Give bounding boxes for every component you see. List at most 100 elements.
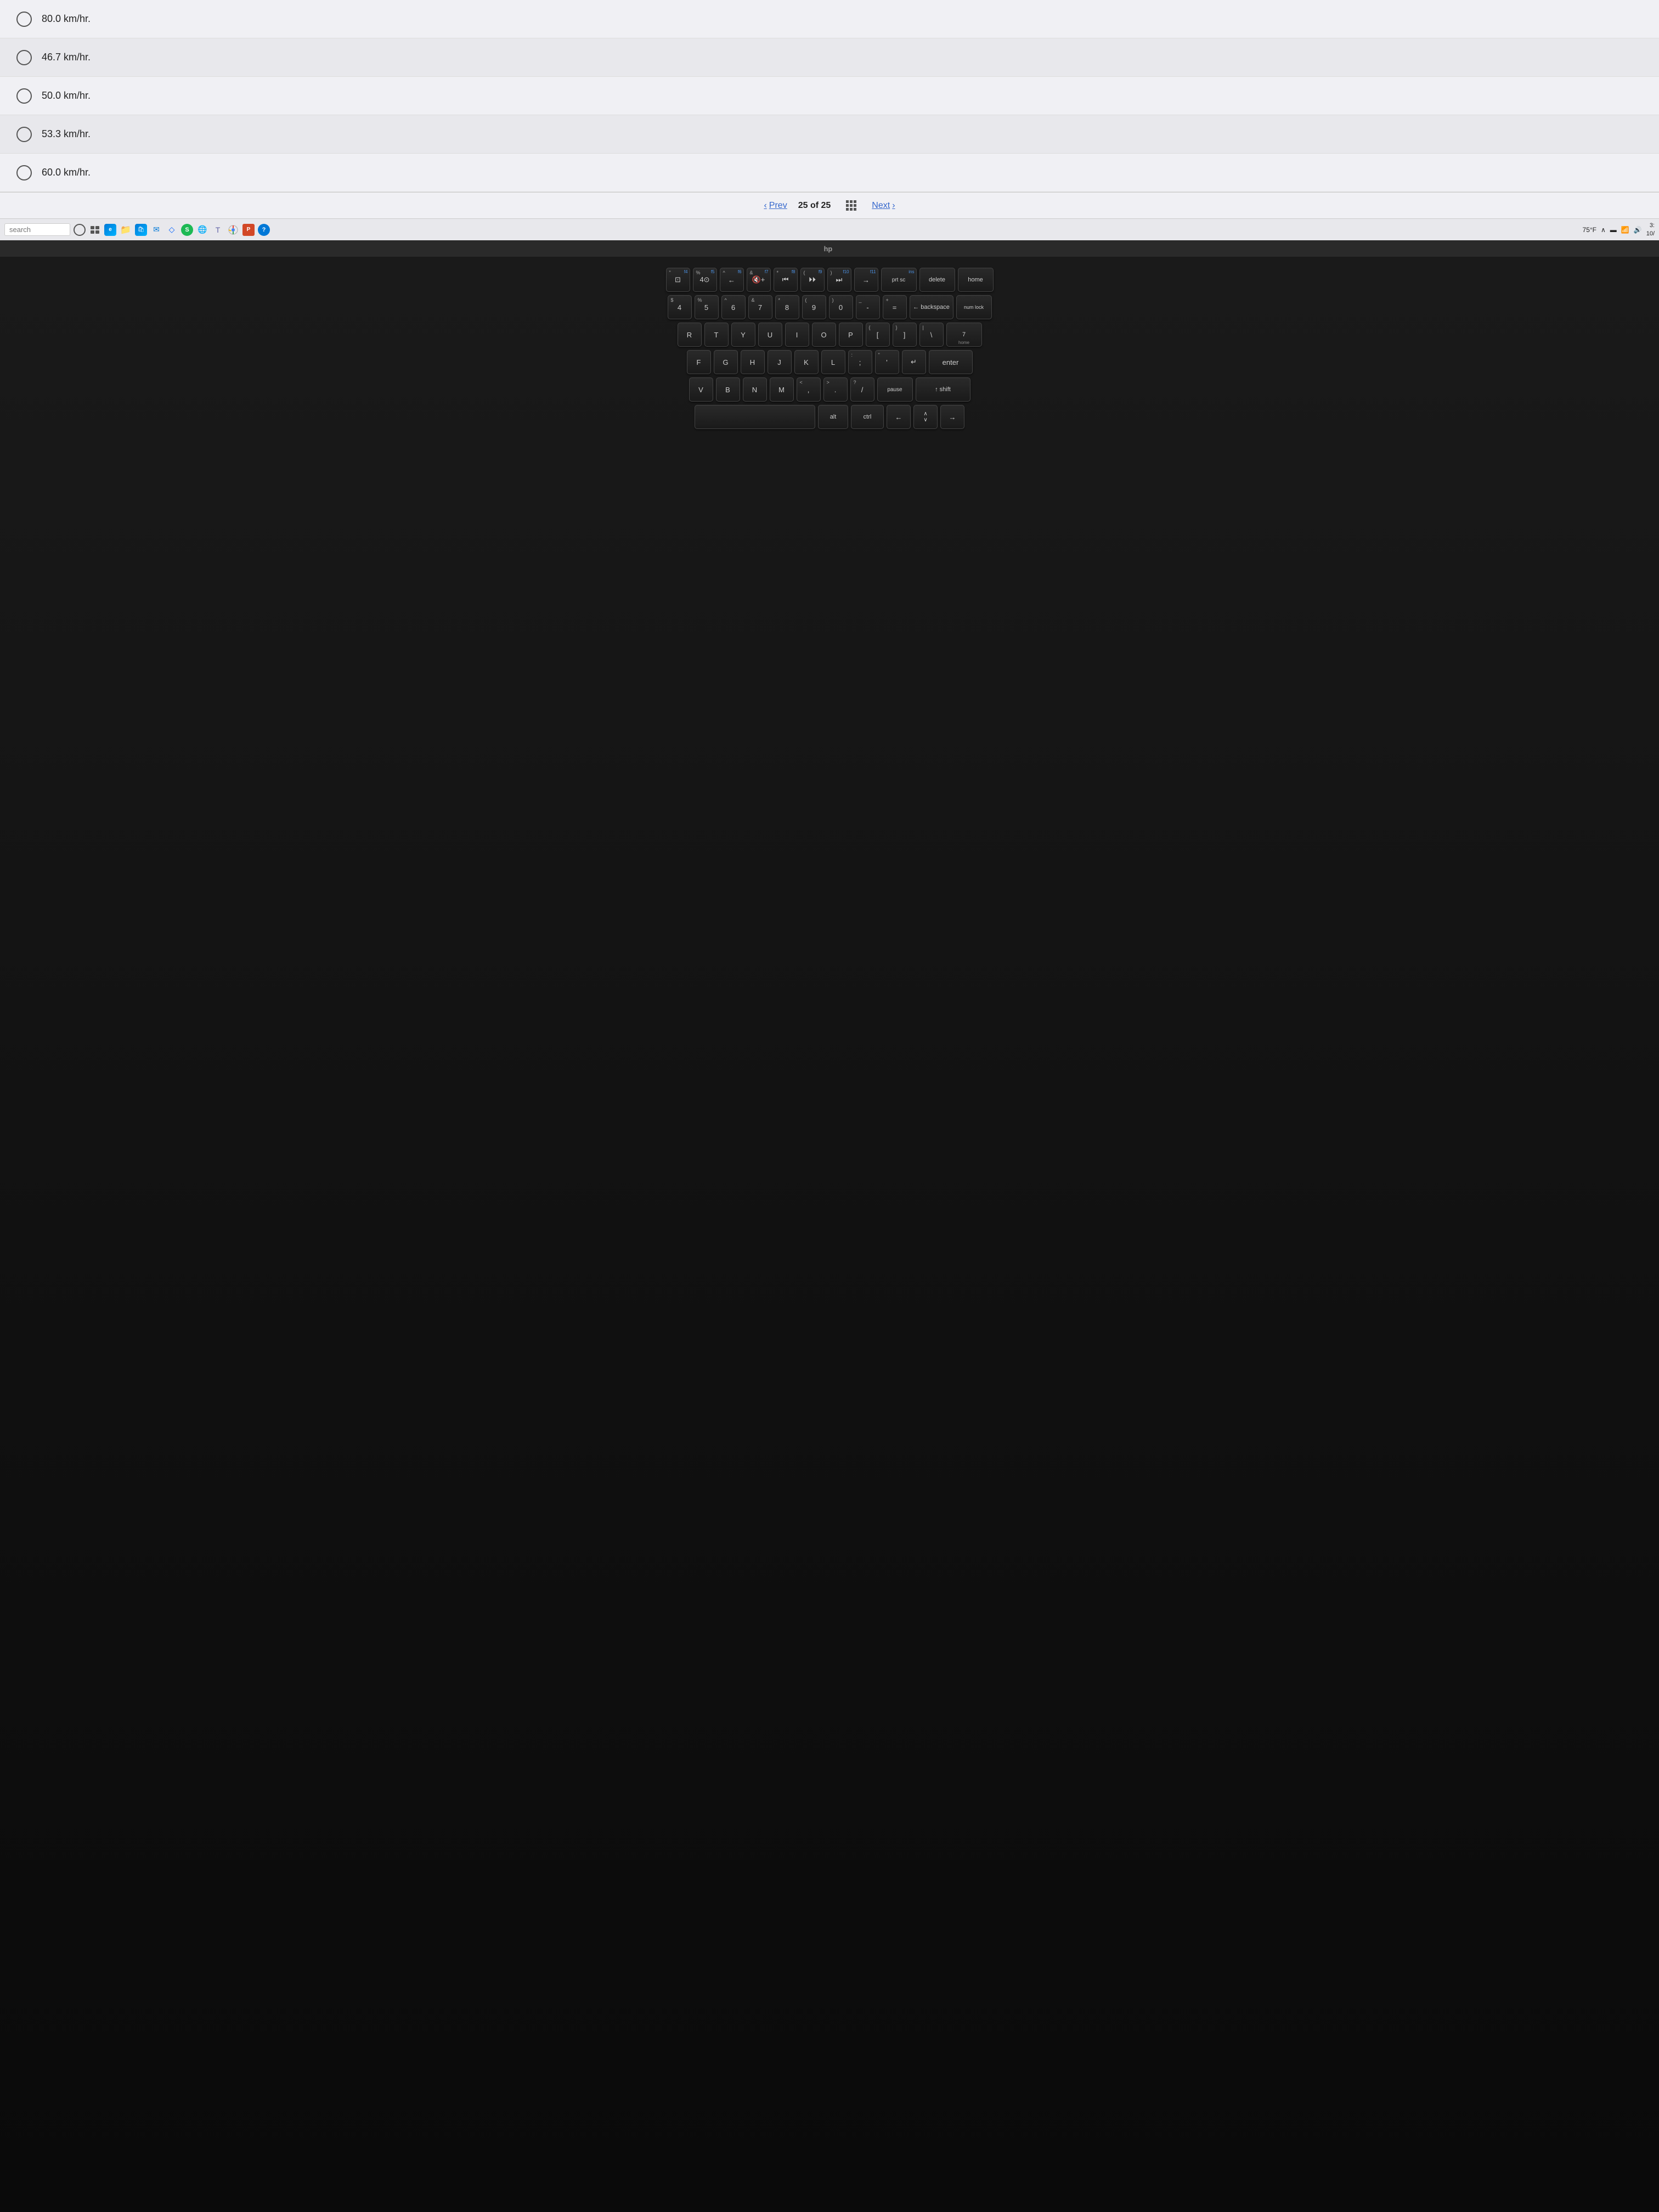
key-o[interactable]: O bbox=[812, 323, 836, 347]
radio-button-2[interactable] bbox=[16, 50, 32, 65]
teams-icon[interactable]: T bbox=[212, 224, 224, 236]
key-f8[interactable]: f8*⏮ bbox=[774, 268, 798, 292]
answer-text-2: 46.7 km/hr. bbox=[42, 52, 91, 63]
temperature-display: 75°F bbox=[1583, 226, 1596, 234]
key-right[interactable]: → bbox=[940, 405, 964, 429]
key-b[interactable]: B bbox=[716, 377, 740, 402]
answer-option-3[interactable]: 50.0 km/hr. bbox=[0, 77, 1659, 115]
key-i[interactable]: I bbox=[785, 323, 809, 347]
key-backslash[interactable]: |\ bbox=[919, 323, 944, 347]
time-display: 3: bbox=[1646, 222, 1655, 229]
key-lbracket[interactable]: {[ bbox=[866, 323, 890, 347]
key-f[interactable]: F bbox=[687, 350, 711, 374]
task-view-icon[interactable] bbox=[89, 224, 101, 236]
hp-logo: hp bbox=[821, 243, 838, 254]
mail-icon[interactable]: ✉ bbox=[150, 224, 162, 236]
key-f6[interactable]: f6^← bbox=[720, 268, 744, 292]
folder-icon[interactable]: 📁 bbox=[120, 224, 132, 236]
key-ctrl[interactable]: ctrl bbox=[851, 405, 884, 429]
key-f7[interactable]: f7&🔇+ bbox=[747, 268, 771, 292]
key-alt[interactable]: alt bbox=[818, 405, 848, 429]
store-icon[interactable]: 🛍 bbox=[135, 224, 147, 236]
key-8[interactable]: *8 bbox=[775, 295, 799, 319]
answer-option-4[interactable]: 53.3 km/hr. bbox=[0, 115, 1659, 154]
answer-option-1[interactable]: 80.0 km/hr. bbox=[0, 0, 1659, 38]
volume-icon[interactable]: 🔊 bbox=[1634, 226, 1642, 234]
key-row-qwerty: R T Y U I O P {[ }] |\ 7home bbox=[610, 323, 1049, 347]
key-5[interactable]: %5 bbox=[695, 295, 719, 319]
browser-icon[interactable]: 🌐 bbox=[196, 224, 208, 236]
powerpoint-icon[interactable]: P bbox=[242, 224, 255, 236]
key-question[interactable]: ?/ bbox=[850, 377, 874, 402]
radio-button-1[interactable] bbox=[16, 12, 32, 27]
page-info: 25 of 25 bbox=[798, 201, 831, 211]
key-y[interactable]: Y bbox=[731, 323, 755, 347]
key-prtsc[interactable]: insprt sc bbox=[881, 268, 917, 292]
quiz-content: 80.0 km/hr. 46.7 km/hr. 50.0 km/hr. 53.3… bbox=[0, 0, 1659, 192]
key-f10[interactable]: f10)⏭ bbox=[827, 268, 851, 292]
next-button[interactable]: Next › bbox=[872, 201, 895, 211]
chrome-icon[interactable] bbox=[227, 224, 239, 236]
key-period[interactable]: >. bbox=[823, 377, 848, 402]
svg-text:hp: hp bbox=[824, 245, 833, 253]
key-row-fn: f4"⊡ f5%4⊙ f6^← f7&🔇+ f8*⏮ f9(⏵⏵ f10)⏭ f… bbox=[610, 268, 1049, 292]
grid-icon bbox=[846, 200, 856, 211]
key-4[interactable]: $4 bbox=[668, 295, 692, 319]
key-f4[interactable]: f4"⊡ bbox=[666, 268, 690, 292]
key-quote[interactable]: "' bbox=[875, 350, 899, 374]
chevron-up-icon[interactable]: ∧ bbox=[1601, 226, 1606, 234]
key-f9[interactable]: f9(⏵⏵ bbox=[800, 268, 825, 292]
answer-option-2[interactable]: 46.7 km/hr. bbox=[0, 38, 1659, 77]
radio-button-3[interactable] bbox=[16, 88, 32, 104]
search-input[interactable] bbox=[4, 223, 70, 236]
answer-option-5[interactable]: 60.0 km/hr. bbox=[0, 154, 1659, 192]
key-rbracket[interactable]: }] bbox=[893, 323, 917, 347]
key-pause[interactable]: pause bbox=[877, 377, 913, 402]
answer-text-1: 80.0 km/hr. bbox=[42, 13, 91, 25]
key-spacebar[interactable] bbox=[695, 405, 815, 429]
key-n[interactable]: N bbox=[743, 377, 767, 402]
key-r[interactable]: R bbox=[678, 323, 702, 347]
edge-icon[interactable]: e bbox=[104, 224, 116, 236]
answer-text-3: 50.0 km/hr. bbox=[42, 90, 91, 101]
key-9[interactable]: (9 bbox=[802, 295, 826, 319]
key-m[interactable]: M bbox=[770, 377, 794, 402]
key-7[interactable]: &7 bbox=[748, 295, 772, 319]
key-shift-right[interactable]: ↑ shift bbox=[916, 377, 970, 402]
key-7-num[interactable]: 7home bbox=[946, 323, 982, 347]
key-f11[interactable]: f11→ bbox=[854, 268, 878, 292]
key-k[interactable]: K bbox=[794, 350, 819, 374]
key-numlock[interactable]: num lock bbox=[956, 295, 992, 319]
key-minus[interactable]: _- bbox=[856, 295, 880, 319]
radio-button-4[interactable] bbox=[16, 127, 32, 142]
spotify-icon[interactable]: S bbox=[181, 224, 193, 236]
key-p[interactable]: P bbox=[839, 323, 863, 347]
key-j[interactable]: J bbox=[768, 350, 792, 374]
start-circle[interactable] bbox=[74, 224, 86, 236]
key-home[interactable]: home bbox=[958, 268, 994, 292]
key-6[interactable]: ^6 bbox=[721, 295, 746, 319]
key-l[interactable]: L bbox=[821, 350, 845, 374]
key-h[interactable]: H bbox=[741, 350, 765, 374]
laptop-bezel: hp bbox=[0, 240, 1659, 257]
wifi-icon: 📶 bbox=[1621, 226, 1629, 234]
help-icon[interactable]: ? bbox=[258, 224, 270, 236]
key-u[interactable]: U bbox=[758, 323, 782, 347]
radio-button-5[interactable] bbox=[16, 165, 32, 180]
key-return-arrow[interactable]: ↵ bbox=[902, 350, 926, 374]
dropbox-icon[interactable]: ◇ bbox=[166, 224, 178, 236]
key-left[interactable]: ← bbox=[887, 405, 911, 429]
prev-button[interactable]: ‹ Prev bbox=[764, 201, 787, 211]
key-v[interactable]: V bbox=[689, 377, 713, 402]
key-equals[interactable]: += bbox=[883, 295, 907, 319]
key-up-down[interactable]: ∧ ∨ bbox=[913, 405, 938, 429]
key-semicolon[interactable]: :; bbox=[848, 350, 872, 374]
key-enter[interactable]: enter bbox=[929, 350, 973, 374]
key-0[interactable]: )0 bbox=[829, 295, 853, 319]
key-backspace[interactable]: ← backspace bbox=[910, 295, 953, 319]
key-f5[interactable]: f5%4⊙ bbox=[693, 268, 717, 292]
key-delete[interactable]: delete bbox=[919, 268, 955, 292]
key-comma[interactable]: <, bbox=[797, 377, 821, 402]
key-g[interactable]: G bbox=[714, 350, 738, 374]
key-t[interactable]: T bbox=[704, 323, 729, 347]
